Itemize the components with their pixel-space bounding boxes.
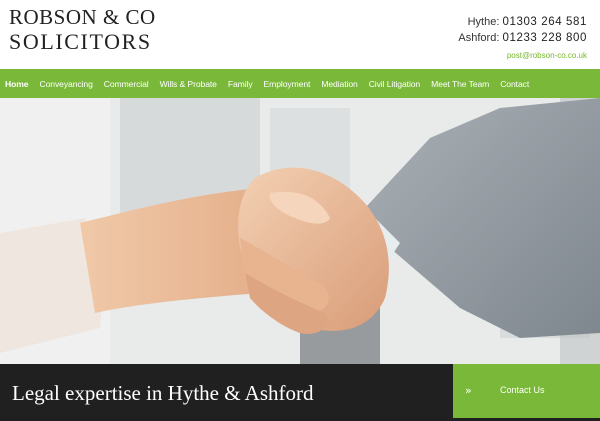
handshake-photo [0,98,600,364]
nav-item-civil-litigation[interactable]: Civil Litigation [369,79,421,89]
phone-hythe-number[interactable]: 01303 264 581 [502,16,587,28]
phone-ashford-label: Ashford: [458,32,500,44]
nav-item-employment[interactable]: Employment [264,79,311,89]
phone-ashford-number[interactable]: 01233 228 800 [502,32,587,44]
nav-item-commercial[interactable]: Commercial [104,79,149,89]
email-link[interactable]: post@robson-co.co.uk [458,51,587,60]
site-header: ROBSON & CO SOLICITORS Hythe: 01303 264 … [0,0,600,69]
nav-list: Home Conveyancing Commercial Wills & Pro… [0,69,600,98]
main-nav: Home Conveyancing Commercial Wills & Pro… [0,69,600,98]
nav-item-contact[interactable]: Contact [500,79,529,89]
nav-item-home[interactable]: Home [5,79,29,89]
phone-ashford: Ashford: 01233 228 800 [458,30,587,46]
contact-block: Hythe: 01303 264 581 Ashford: 01233 228 … [458,14,587,60]
double-chevron-right-icon: » [465,384,472,397]
contact-us-label: Contact Us [500,385,545,395]
logo-line-1: ROBSON & CO [9,5,156,29]
hero-banner [0,98,600,364]
nav-item-family[interactable]: Family [228,79,253,89]
hero-tagline: Legal expertise in Hythe & Ashford [12,381,314,405]
nav-item-wills-probate[interactable]: Wills & Probate [160,79,217,89]
logo-line-2: SOLICITORS [9,29,152,54]
nav-item-mediation[interactable]: Mediation [321,79,357,89]
phone-hythe-label: Hythe: [467,16,500,28]
nav-item-meet-the-team[interactable]: Meet The Team [431,79,489,89]
phone-hythe: Hythe: 01303 264 581 [458,14,587,30]
nav-item-conveyancing[interactable]: Conveyancing [39,79,92,89]
logo[interactable]: ROBSON & CO SOLICITORS [9,7,156,53]
contact-us-button[interactable]: » Contact Us [453,364,600,418]
